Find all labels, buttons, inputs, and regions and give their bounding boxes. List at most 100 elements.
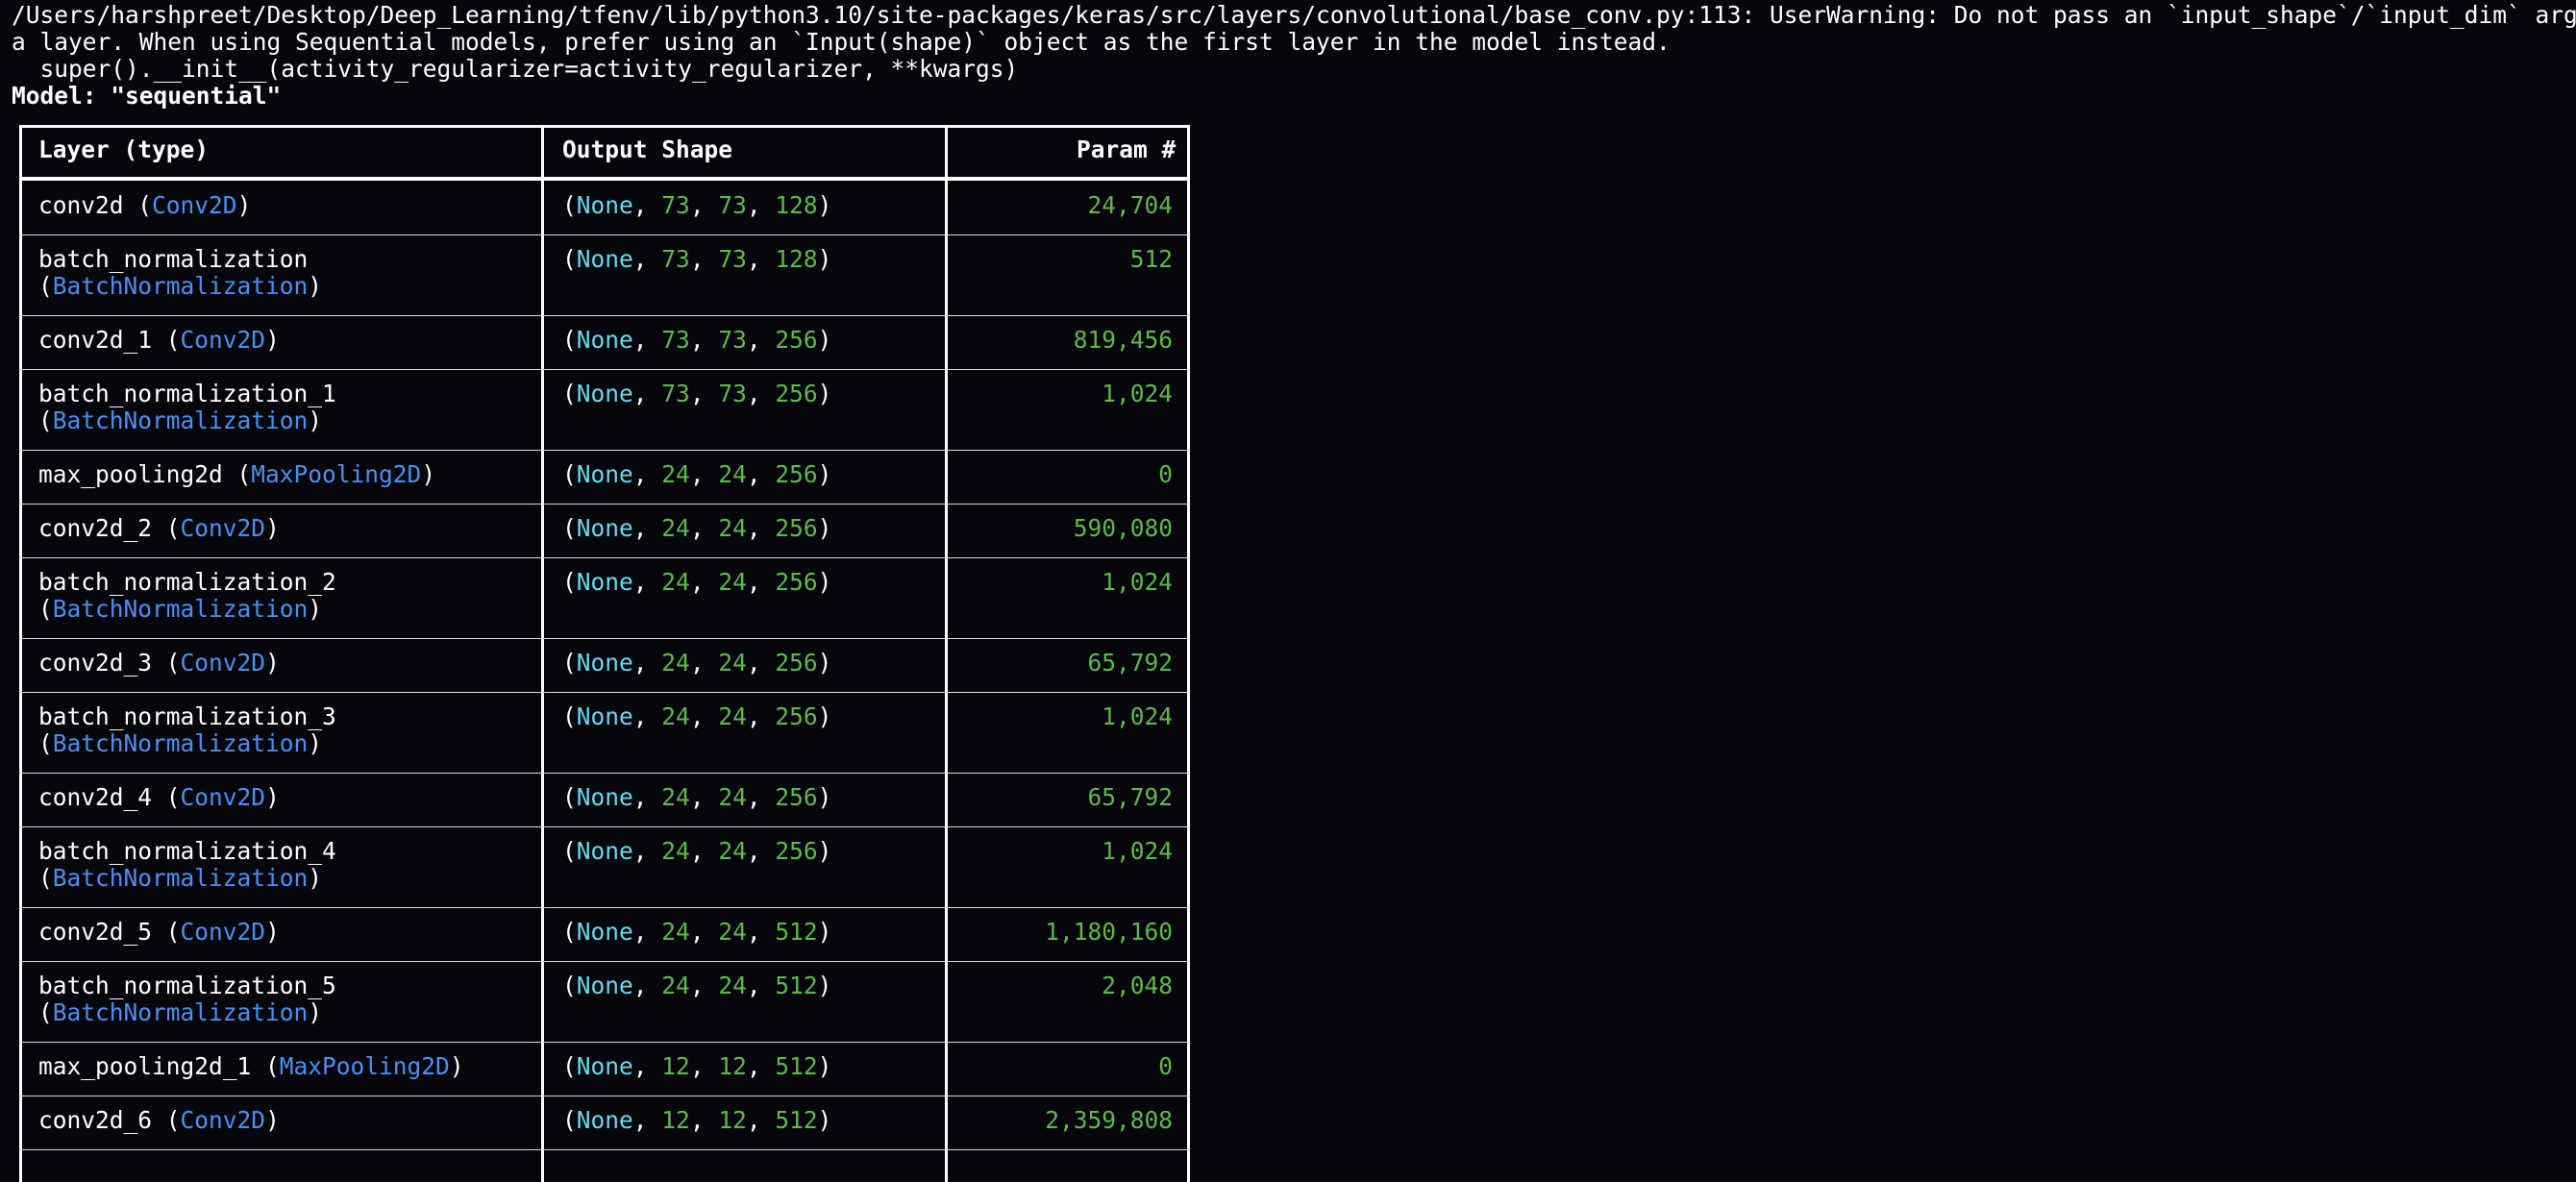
param-count: 1,024 [1102,568,1173,596]
shape-dim: 73 [661,191,690,219]
param-count: 819,456 [1073,326,1173,354]
layer-name: conv2d_5 [38,918,153,946]
shape-batch-dim: None [576,191,633,219]
layer-name-cell: batch_normalization_4 (BatchNormalization… [38,837,336,892]
shape-dim: 73 [718,326,747,354]
model-summary-table: Layer (type) Output Shape Param # conv2d… [19,125,1190,1182]
shape-dim: 12 [718,1052,747,1080]
layer-type: BatchNormalization [52,998,309,1026]
layer-name-cell: max_pooling2d_1 (MaxPooling2D) [38,1052,464,1080]
layer-type: Conv2D [180,326,266,354]
shape-dim: 12 [661,1052,690,1080]
layer-type: Conv2D [152,191,237,219]
output-shape-cell: (None, 73, 73, 128) [562,245,832,273]
warning-line-3: super().__init__(activity_regularizer=ac… [12,55,1019,83]
layer-type: BatchNormalization [52,864,309,892]
layer-type: Conv2D [180,514,266,542]
shape-dim: 256 [775,837,818,865]
shape-dim: 24 [718,837,747,865]
layer-type: Conv2D [180,649,266,677]
row-divider [19,450,1190,451]
param-count: 512 [1129,245,1173,273]
terminal-window[interactable]: /Users/harshpreet/Desktop/Deep_Learning/… [0,0,2576,1182]
header-layer-type: Layer (type) [38,135,210,163]
layer-type: Conv2D [180,783,266,811]
shape-batch-dim: None [576,326,633,354]
shape-dim: 24 [661,702,690,730]
shape-dim: 24 [718,918,747,946]
shape-batch-dim: None [576,1052,633,1080]
shape-dim: 24 [718,649,747,677]
output-shape-cell: (None, 73, 73, 256) [562,326,832,354]
shape-dim: 512 [775,1106,818,1134]
row-divider [19,773,1190,774]
row-divider [19,557,1190,558]
shape-dim: 256 [775,649,818,677]
shape-dim: 24 [661,918,690,946]
layer-type: BatchNormalization [52,406,309,434]
shape-dim: 73 [661,326,690,354]
warning-line-2: a layer. When using Sequential models, p… [12,28,1671,56]
shape-dim: 24 [661,972,690,999]
layer-name: batch_normalization [38,245,309,273]
layer-name: conv2d_6 [38,1106,153,1134]
shape-dim: 256 [775,514,818,542]
shape-dim: 24 [661,837,690,865]
layer-name-cell: max_pooling2d (MaxPooling2D) [38,460,436,488]
param-count: 1,180,160 [1045,918,1173,946]
shape-dim: 128 [775,245,818,273]
layer-type: Conv2D [180,1106,266,1134]
model-title: Model: "sequential" [12,82,282,110]
shape-dim: 12 [718,1106,747,1134]
shape-dim: 24 [661,514,690,542]
shape-batch-dim: None [576,245,633,273]
output-shape-cell: (None, 24, 24, 512) [562,972,832,999]
shape-dim: 512 [775,918,818,946]
output-shape-cell: (None, 24, 24, 256) [562,460,832,488]
layer-name: batch_normalization_3 [38,702,336,730]
layer-name: batch_normalization_5 [38,972,336,999]
layer-name-cell: batch_normalization_1 (BatchNormalization… [38,380,336,434]
layer-name: batch_normalization_1 [38,380,336,407]
param-count: 2,359,808 [1045,1106,1173,1134]
header-divider [19,177,1190,181]
row-divider [19,234,1190,235]
layer-name: max_pooling2d [38,460,223,488]
shape-dim: 12 [661,1106,690,1134]
row-divider [19,504,1190,505]
layer-type: BatchNormalization [52,272,309,300]
output-shape-cell: (None, 24, 24, 256) [562,649,832,677]
layer-type: MaxPooling2D [251,460,422,488]
shape-batch-dim: None [576,568,633,596]
warning-line-1: /Users/harshpreet/Desktop/Deep_Learning/… [12,1,2576,29]
param-count: 1,024 [1102,702,1173,730]
layer-name-cell: batch_normalization_2 (BatchNormalization… [38,568,336,623]
layer-type: Conv2D [180,918,266,946]
layer-name-cell: batch_normalization (BatchNormalization) [38,245,323,300]
shape-dim: 256 [775,460,818,488]
layer-name: batch_normalization_4 [38,837,336,865]
layer-name-cell: conv2d_5 (Conv2D) [38,918,280,946]
output-shape-cell: (None, 12, 12, 512) [562,1106,832,1134]
output-shape-cell: (None, 73, 73, 128) [562,191,832,219]
output-shape-cell: (None, 24, 24, 512) [562,918,832,946]
shape-dim: 128 [775,191,818,219]
shape-dim: 73 [718,245,747,273]
output-shape-cell: (None, 24, 24, 256) [562,702,832,730]
shape-batch-dim: None [576,649,633,677]
row-divider [19,826,1190,827]
layer-name-cell: conv2d_6 (Conv2D) [38,1106,280,1134]
shape-dim: 24 [718,460,747,488]
shape-dim: 73 [661,245,690,273]
output-shape-cell: (None, 24, 24, 256) [562,514,832,542]
shape-dim: 73 [661,380,690,407]
row-divider [19,692,1190,693]
shape-dim: 24 [661,460,690,488]
shape-batch-dim: None [576,380,633,407]
output-shape-cell: (None, 12, 12, 512) [562,1052,832,1080]
layer-name-cell: conv2d_4 (Conv2D) [38,783,280,811]
row-divider [19,961,1190,962]
layer-name-cell: conv2d_2 (Conv2D) [38,514,280,542]
layer-name: max_pooling2d_1 [38,1052,252,1080]
shape-dim: 24 [718,783,747,811]
